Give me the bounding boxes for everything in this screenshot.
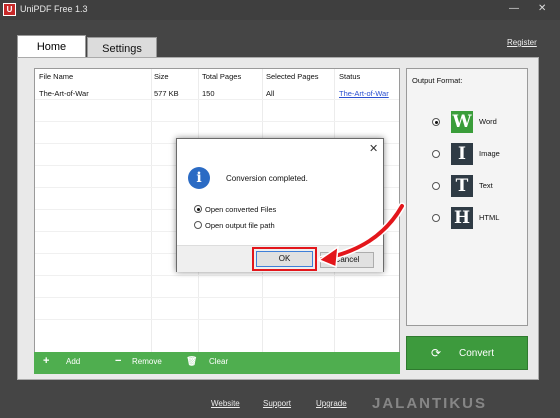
annotation-arrow: [317, 202, 406, 269]
